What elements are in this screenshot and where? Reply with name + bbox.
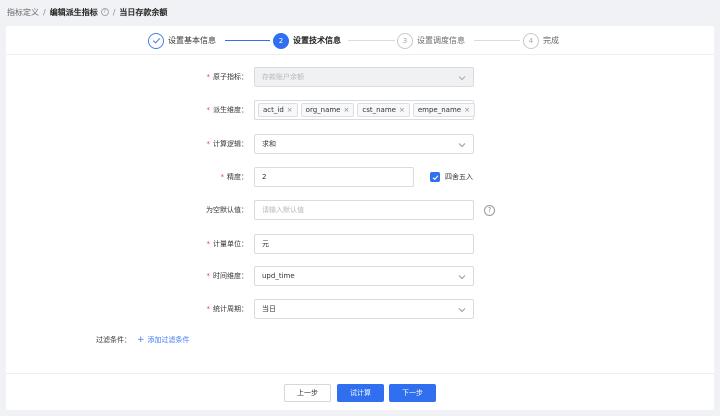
step-label: 设置技术信息 [293,36,341,45]
time-dimension-select[interactable]: upd_time [254,266,474,286]
step-connector [474,40,520,41]
add-filter-label: 添加过滤条件 [147,336,190,344]
null-default-placeholder: 请输入默认值 [262,206,304,214]
dimension-tag: org_name × [300,103,355,117]
dimension-tag: cst_name × [357,103,410,117]
form-row-precision: * 精度： 2 四舍五入 [6,167,714,187]
unit-label: * 计量单位： [206,240,249,248]
calc-logic-value: 求和 [262,140,276,148]
form-row-calc-logic: * 计算逻辑： 求和 [6,134,714,154]
dimension-tag: empe_name × [412,103,475,117]
prev-step-button[interactable]: 上一步 [284,384,331,402]
close-icon[interactable]: × [399,106,405,114]
chevron-down-icon [458,74,466,82]
step-label: 完成 [543,36,559,45]
chevron-down-icon [458,141,466,149]
form-row-unit: * 计量单位： 元 [6,234,714,254]
precision-input[interactable]: 2 [254,167,414,187]
step-number: 2 [273,32,289,49]
close-icon[interactable]: × [287,106,293,114]
form-row-atomic-indicator: * 原子指标： 存款账户余额 [6,67,714,87]
atomic-indicator-select[interactable]: 存款账户余额 [254,67,474,87]
stat-period-select[interactable]: 当日 [254,299,474,319]
dimension-tag: act_id × [258,103,298,117]
dimensions-label: * 派生维度： [206,106,249,114]
breadcrumb-item-edit-derived[interactable]: 编辑派生指标 [50,7,98,18]
step-connector [348,40,395,41]
time-dimension-label: * 时间维度： [206,272,249,280]
trial-calc-button[interactable]: 试计算 [337,384,384,402]
add-filter-button[interactable]: + 添加过滤条件 [137,335,190,345]
breadcrumb-separator: / [43,7,46,17]
rounding-checkbox[interactable] [430,172,440,182]
step-number: 3 [397,32,413,49]
breadcrumb: 指标定义 / 编辑派生指标 ? / 当日存款余额 [7,6,167,18]
step-schedule-info[interactable]: 3 设置调度信息 [397,32,465,49]
step-technical-info[interactable]: 2 设置技术信息 [273,32,341,49]
check-icon [432,174,438,180]
rounding-label[interactable]: 四舍五入 [445,167,473,187]
null-default-label: 为空默认值： [206,206,248,214]
filter-label: 过滤条件： [96,336,131,344]
breadcrumb-item-current: 当日存款余额 [119,7,168,17]
unit-input[interactable]: 元 [254,234,474,254]
close-icon[interactable]: × [464,106,470,114]
form-row-null-default: 为空默认值： 请输入默认值 ? [6,200,714,220]
step-number: 4 [523,32,539,49]
form-row-dimensions: * 派生维度： act_id × org_name × cst_name × empe_… [6,100,714,120]
filter-row: 过滤条件： + 添加过滤条件 [96,334,190,346]
chevron-down-icon [458,306,466,314]
question-icon[interactable]: ? [484,205,495,216]
steps-bar: 设置基本信息 2 设置技术信息 3 设置调度信息 4 完成 [6,26,714,55]
atomic-indicator-label: * 原子指标： [206,73,249,81]
atomic-indicator-value: 存款账户余额 [262,73,304,81]
calc-logic-label: * 计算逻辑： [206,140,249,148]
plus-icon: + [137,335,145,345]
step-basic-info[interactable]: 设置基本信息 [148,32,216,49]
precision-label: * 精度： [220,173,249,181]
stat-period-label: * 统计周期： [206,305,249,313]
form-row-stat-period: * 统计周期： 当日 [6,299,714,319]
stat-period-value: 当日 [262,305,276,313]
main-card: 设置基本信息 2 设置技术信息 3 设置调度信息 4 完成 * 原子指标： 存款账… [6,26,714,410]
calc-logic-select[interactable]: 求和 [254,134,474,154]
close-icon[interactable]: × [344,106,350,114]
help-icon[interactable]: ? [100,8,109,16]
time-dimension-value: upd_time [262,272,295,280]
dimensions-multiselect[interactable]: act_id × org_name × cst_name × empe_name × [254,100,475,120]
chevron-down-icon [458,273,466,281]
step-label: 设置基本信息 [168,36,216,45]
check-icon [148,32,164,49]
null-default-input[interactable]: 请输入默认值 [254,200,474,220]
unit-value: 元 [262,240,269,248]
next-step-button[interactable]: 下一步 [389,384,436,402]
step-complete[interactable]: 4 完成 [523,32,559,49]
breadcrumb-separator: / [112,7,116,17]
precision-value: 2 [262,173,267,181]
breadcrumb-item-indicator-definition[interactable]: 指标定义 [7,7,39,18]
step-connector [225,40,270,41]
form-row-time-dimension: * 时间维度： upd_time [6,266,714,286]
footer-bar: 上一步 试计算 下一步 [6,373,714,410]
step-label: 设置调度信息 [417,36,465,45]
